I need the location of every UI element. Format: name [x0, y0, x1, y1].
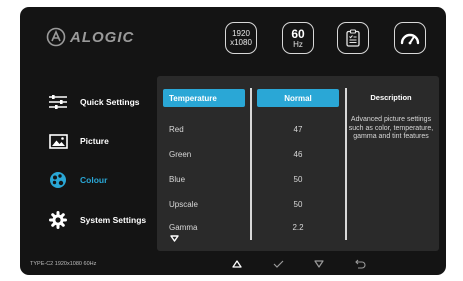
- triangle-up-icon: [232, 260, 242, 268]
- sidebar-item-quick-settings[interactable]: Quick Settings: [48, 92, 140, 112]
- input-status: TYPE-C2 1920x1080 60Hz: [30, 261, 97, 267]
- gear-icon: [48, 210, 68, 230]
- brand-name: ALOGIC: [70, 28, 135, 46]
- red-value: 47: [293, 125, 303, 134]
- osd-menu: ALOGIC 1920 x1080 60 Hz Quick Settings P…: [20, 7, 446, 275]
- temperature-option[interactable]: Temperature: [163, 89, 245, 107]
- sidebar-item-picture[interactable]: Picture: [48, 131, 109, 151]
- confirm-button[interactable]: [271, 258, 285, 270]
- speed-icon-button[interactable]: [394, 22, 426, 54]
- back-button[interactable]: [353, 258, 367, 270]
- picture-icon: [48, 131, 68, 151]
- brand-logo: ALOGIC: [46, 27, 134, 47]
- description-text: Advanced picture settings such as color,…: [348, 116, 434, 140]
- sidebar-item-label: Picture: [80, 136, 109, 146]
- green-value: 46: [293, 150, 303, 159]
- preset-icon-button[interactable]: [337, 22, 369, 54]
- description-title: Description: [370, 93, 412, 102]
- blue-option[interactable]: Blue: [169, 175, 185, 184]
- gamma-value: 2.2: [292, 223, 304, 232]
- return-icon: [354, 259, 365, 269]
- scroll-down-icon[interactable]: [170, 235, 179, 242]
- sidebar-item-colour[interactable]: Colour: [48, 170, 107, 190]
- red-option[interactable]: Red: [169, 125, 184, 134]
- alogic-mark-icon: [46, 27, 66, 47]
- check-icon: [273, 260, 283, 268]
- clipboard-icon: [346, 29, 360, 47]
- green-option[interactable]: Green: [169, 150, 191, 159]
- sliders-icon: [48, 92, 68, 112]
- triangle-down-icon: [314, 260, 324, 268]
- down-button[interactable]: [312, 258, 326, 270]
- column-divider: [345, 88, 347, 240]
- up-button[interactable]: [230, 258, 244, 270]
- refresh-rate-value: 60: [291, 26, 305, 41]
- palette-icon: [48, 170, 68, 190]
- gamma-option[interactable]: Gamma: [169, 223, 197, 232]
- speedometer-icon: [400, 33, 420, 45]
- column-divider: [250, 88, 252, 240]
- refresh-rate-unit: Hz: [293, 39, 303, 49]
- resolution-width: 1920: [232, 29, 250, 38]
- sidebar-item-label: Colour: [80, 175, 108, 185]
- temperature-value[interactable]: Normal: [257, 89, 339, 107]
- resolution-indicator: 1920 x1080: [225, 22, 257, 54]
- colour-settings-panel: Temperature Normal Red 47 Green 46 Blue …: [157, 76, 439, 251]
- blue-value: 50: [293, 175, 303, 184]
- refresh-rate-indicator: 60 Hz: [282, 22, 314, 54]
- upscale-value: 50: [293, 200, 303, 209]
- upscale-option[interactable]: Upscale: [169, 200, 198, 209]
- sidebar-item-label: System Settings: [80, 215, 147, 225]
- sidebar-item-label: Quick Settings: [80, 97, 140, 107]
- resolution-height: x1080: [230, 38, 252, 47]
- sidebar-item-system-settings[interactable]: System Settings: [48, 210, 146, 230]
